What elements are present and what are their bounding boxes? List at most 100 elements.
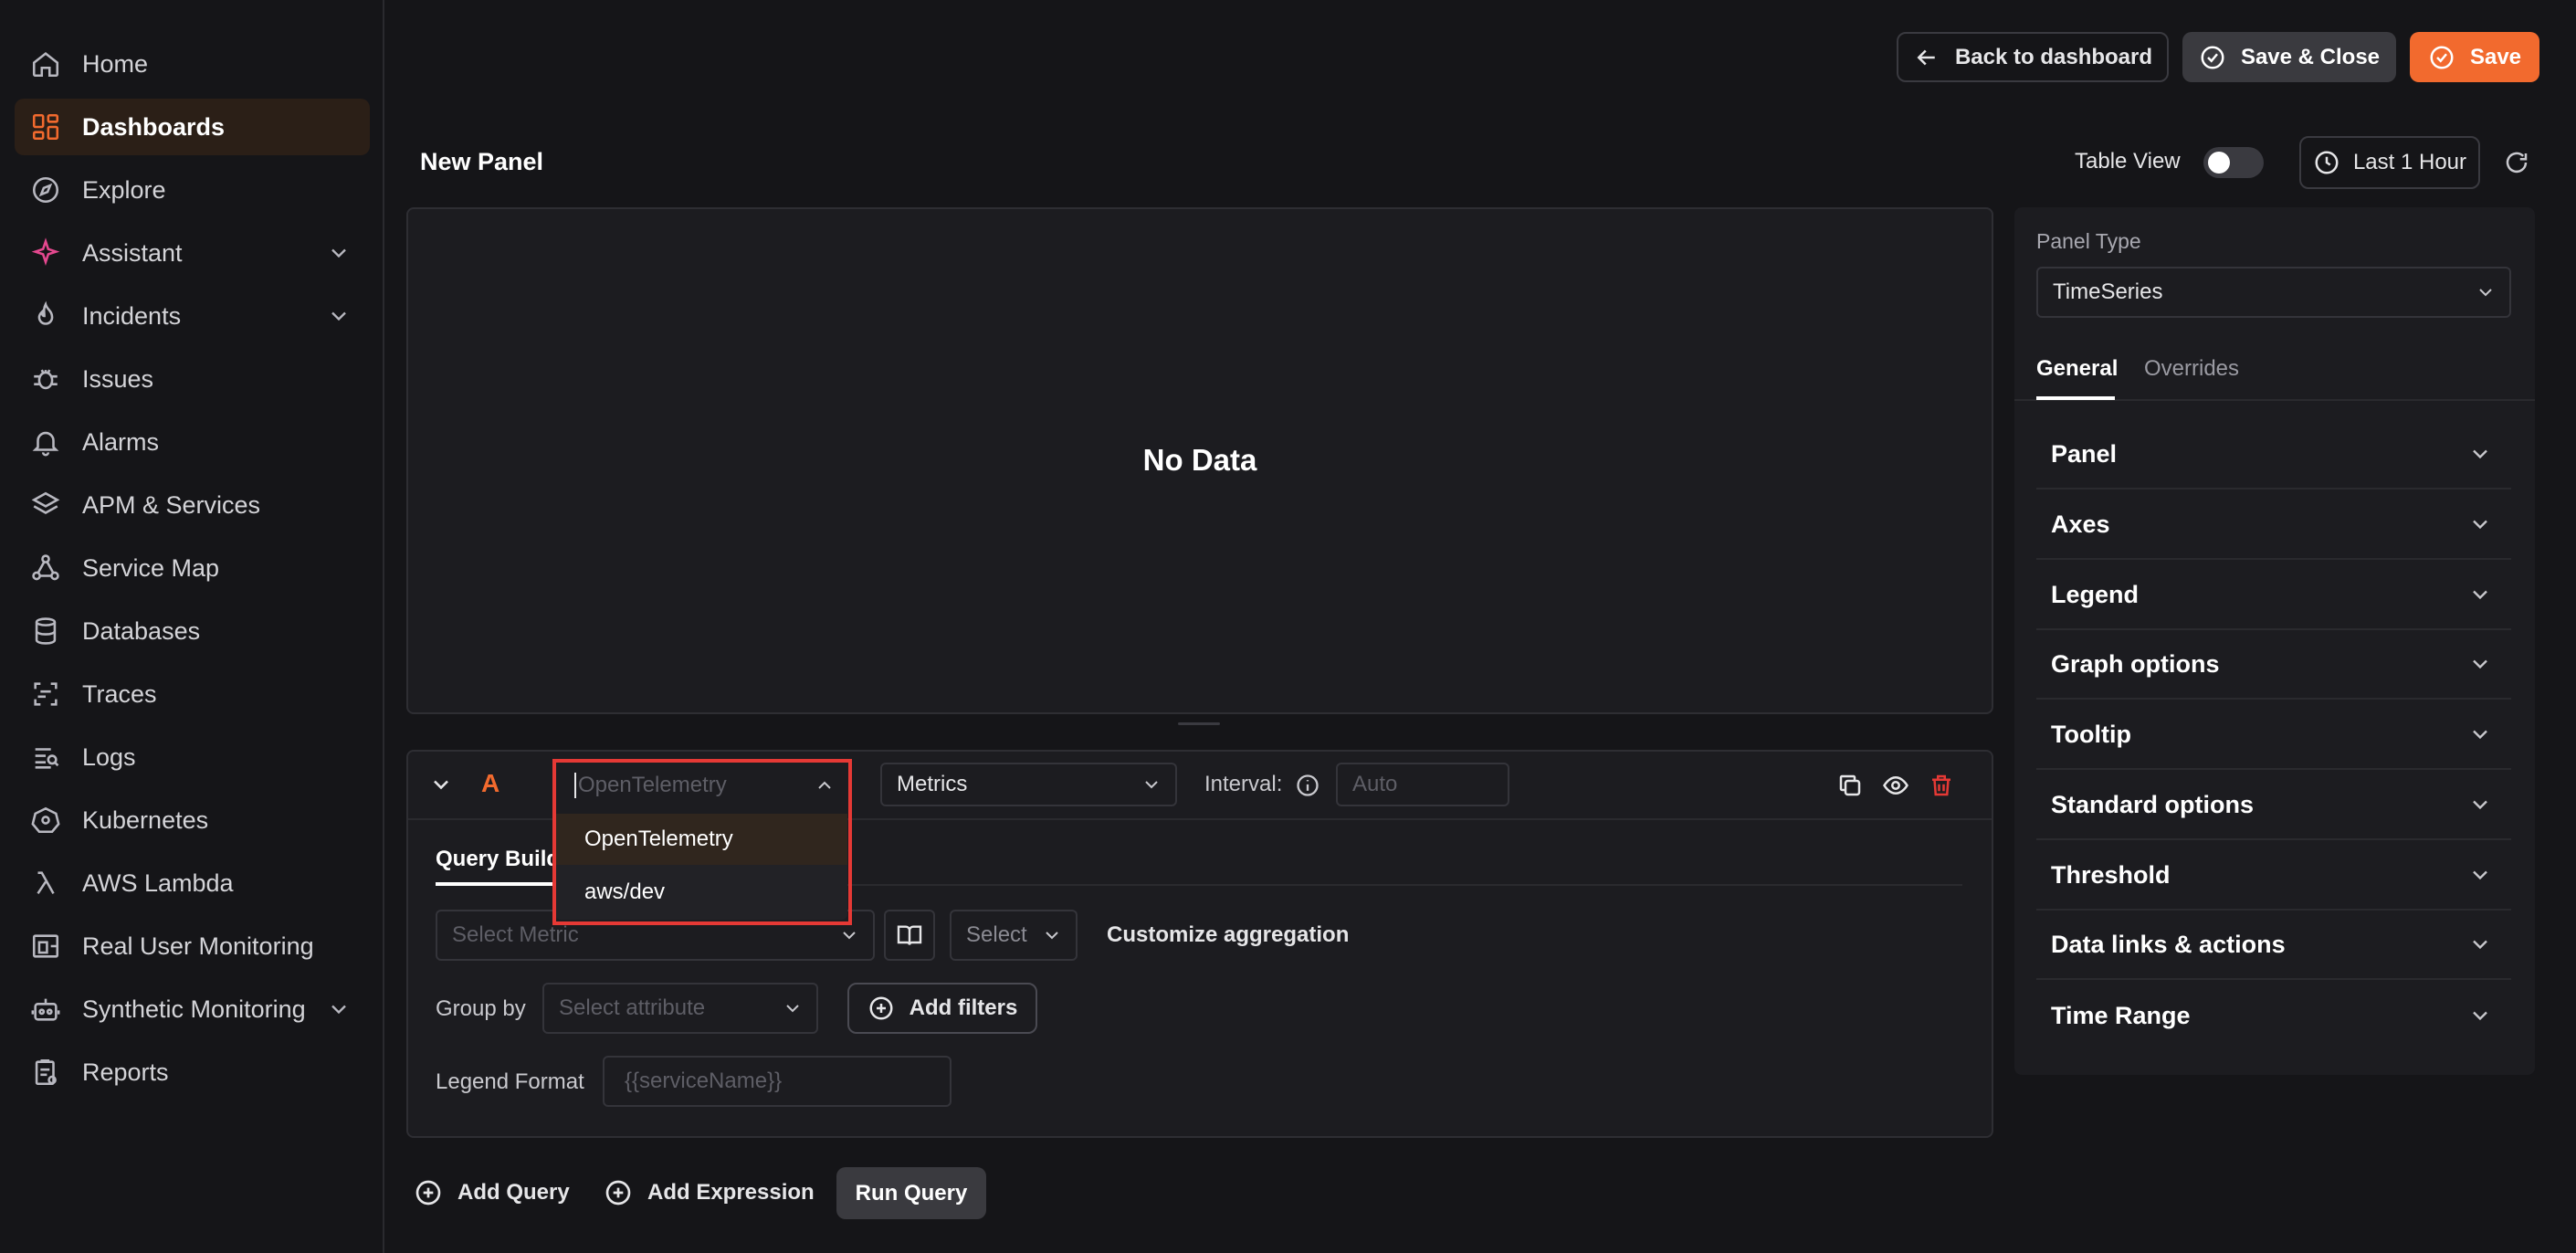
add-query-button[interactable]: Add Query [414,1178,570,1207]
legend-format-input[interactable]: {{serviceName}} [603,1056,952,1107]
section-standard-options[interactable]: Standard options [2036,771,2511,840]
metric-browser-button[interactable] [884,910,935,961]
sidebar-item-incidents[interactable]: Incidents [15,288,370,344]
section-time-range[interactable]: Time Range [2036,981,2511,1050]
query-letter[interactable]: A [481,769,499,798]
section-graph-options[interactable]: Graph options [2036,630,2511,700]
sidebar-item-aws-lambda[interactable]: AWS Lambda [15,855,370,911]
refresh-icon[interactable] [2503,149,2530,176]
rum-icon [29,930,62,963]
back-to-dashboard-button[interactable]: Back to dashboard [1897,32,2169,82]
sidebar-item-label: Alarms [82,427,160,456]
sidebar: Home Dashboards Explore Assistant Incide… [0,0,384,1253]
lambda-icon [29,867,62,900]
sidebar-item-label: Service Map [82,553,220,582]
sidebar-item-alarms[interactable]: Alarms [15,414,370,470]
flame-icon [29,300,62,332]
time-range-label: Last 1 Hour [2352,150,2467,174]
sidebar-item-traces[interactable]: Traces [15,666,370,722]
no-data-message: No Data [1142,443,1257,477]
sidebar-item-label: Kubernetes [82,806,209,834]
time-range-button[interactable]: Last 1 Hour [2299,136,2480,189]
interval-input[interactable]: Auto [1336,763,1509,806]
section-label: Axes [2051,510,2110,538]
chevron-down-icon[interactable] [428,772,454,797]
chevron-down-icon [843,932,856,940]
sidebar-item-dashboards[interactable]: Dashboards [15,99,370,155]
plus-circle-icon [605,1180,631,1206]
tab-overrides[interactable]: Overrides [2144,356,2239,382]
tab-query-builder[interactable]: Query Builder [436,847,554,872]
chevron-down-icon [2473,520,2487,530]
panel-type-select[interactable]: TimeSeries [2036,267,2511,318]
group-by-select[interactable]: Select attribute [542,983,818,1034]
save-close-button[interactable]: Save & Close [2182,32,2396,82]
section-panel[interactable]: Panel [2036,420,2511,490]
eye-icon[interactable] [1882,772,1909,799]
chevron-down-icon[interactable] [326,240,352,266]
datasource-option-aws-dev[interactable]: aws/dev [555,867,847,918]
panel-type-value: TimeSeries [2053,279,2163,304]
trash-icon[interactable] [1928,772,1955,799]
datasource-select[interactable]: OpenTelemetry [560,763,848,808]
sidebar-item-databases[interactable]: Databases [15,603,370,659]
sidebar-item-label: Incidents [82,301,182,330]
run-query-button[interactable]: Run Query [836,1167,986,1219]
section-label: Data links & actions [2051,930,2286,958]
add-expression-button[interactable]: Add Expression [604,1178,815,1207]
section-threshold[interactable]: Threshold [2036,841,2511,911]
interval-placeholder: Auto [1352,772,1398,796]
add-filters-button[interactable]: Add filters [847,983,1037,1034]
section-tooltip[interactable]: Tooltip [2036,700,2511,770]
sparkle-icon [29,237,62,269]
sidebar-item-logs[interactable]: Logs [15,729,370,785]
sidebar-item-label: Databases [82,616,201,645]
plus-circle-icon [415,1180,441,1206]
sidebar-item-apm-services[interactable]: APM & Services [15,477,370,533]
run-query-label: Run Query [855,1180,968,1206]
network-icon [29,552,62,584]
sidebar-item-explore[interactable]: Explore [15,162,370,218]
customize-aggregation-link[interactable]: Customize aggregation [1107,922,1349,948]
chevron-down-icon [786,1005,799,1013]
bug-icon [29,363,62,395]
logs-icon [29,741,62,774]
section-label: Time Range [2051,1001,2191,1029]
chevron-down-icon [2473,590,2487,600]
sidebar-item-real-user-monitoring[interactable]: Real User Monitoring [15,918,370,974]
sidebar-item-synthetic-monitoring[interactable]: Synthetic Monitoring [15,981,370,1037]
compass-icon [29,174,62,206]
datasource-placeholder: OpenTelemetry [574,773,727,798]
sidebar-item-kubernetes[interactable]: Kubernetes [15,792,370,848]
sidebar-item-service-map[interactable]: Service Map [15,540,370,596]
section-data-links-actions[interactable]: Data links & actions [2036,911,2511,980]
info-icon[interactable] [1295,773,1320,798]
chevron-down-icon [2473,800,2487,810]
chevron-down-icon [1145,781,1158,789]
section-axes[interactable]: Axes [2036,490,2511,560]
copy-icon[interactable] [1836,772,1864,799]
save-button[interactable]: Save [2410,32,2539,82]
query-type-select[interactable]: Metrics [880,763,1177,806]
sidebar-item-home[interactable]: Home [15,36,370,92]
home-icon [29,47,62,80]
tab-general[interactable]: General [2036,356,2118,382]
table-view-toggle[interactable] [2203,147,2264,178]
sidebar-item-assistant[interactable]: Assistant [15,225,370,281]
datasource-dropdown-menu: OpenTelemetry aws/dev [555,814,847,920]
panel-type-label: Panel Type [2036,229,2141,253]
section-legend[interactable]: Legend [2036,561,2511,630]
group-by-label: Group by [436,996,526,1021]
chevron-down-icon[interactable] [326,996,352,1022]
plus-circle-icon [869,996,893,1020]
aggregation-select[interactable]: Select [950,910,1078,961]
chevron-down-icon[interactable] [326,303,352,329]
legend-format-label: Legend Format [436,1069,584,1094]
datasource-option-opentelemetry[interactable]: OpenTelemetry [555,814,847,865]
sidebar-item-reports[interactable]: Reports [15,1044,370,1100]
resize-handle[interactable] [1178,722,1220,725]
sidebar-item-issues[interactable]: Issues [15,351,370,407]
toggle-knob [2208,152,2230,174]
sidebar-item-label: Dashboards [82,112,226,141]
sidebar-item-label: Traces [82,679,157,708]
